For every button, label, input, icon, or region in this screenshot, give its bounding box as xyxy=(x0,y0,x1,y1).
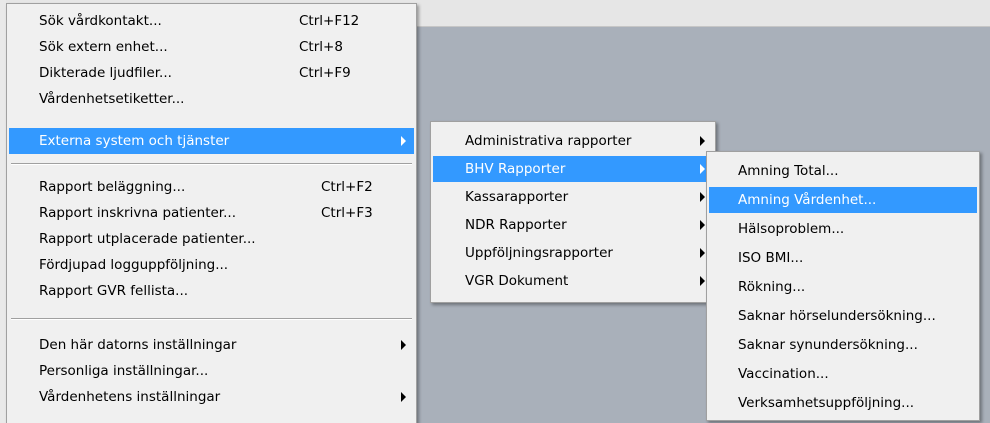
submenu-item-halsoproblem[interactable]: Hälsoproblem... xyxy=(709,216,977,242)
submenu-item-ndr-rapporter[interactable]: NDR Rapporter xyxy=(433,212,713,238)
chevron-right-icon xyxy=(700,136,705,146)
chevron-right-icon xyxy=(700,164,705,174)
shortcut: Ctrl+F9 xyxy=(299,65,351,81)
submenu-item-iso-bmi[interactable]: ISO BMI... xyxy=(709,245,977,271)
shortcut: Ctrl+F2 xyxy=(321,179,373,195)
menu-item-rapport-gvr[interactable]: Rapport GVR fellista... xyxy=(9,278,414,304)
main-dropdown-menu: Sök vårdkontakt... Ctrl+F12 Sök extern e… xyxy=(6,3,417,423)
shortcut: Ctrl+F3 xyxy=(321,205,373,221)
menu-separator xyxy=(11,318,412,320)
menu-item-rapport-utplacerade[interactable]: Rapport utplacerade patienter... xyxy=(9,226,414,252)
menu-item-rapport-belaggning[interactable]: Rapport beläggning... Ctrl+F2 xyxy=(9,174,414,200)
menu-item-vardenhetsetiketter[interactable]: Vårdenhetsetiketter... xyxy=(9,86,414,112)
submenu-item-bhv-rapporter[interactable]: BHV Rapporter xyxy=(433,156,713,182)
chevron-right-icon xyxy=(700,220,705,230)
submenu-item-vgr-dokument[interactable]: VGR Dokument xyxy=(433,268,713,294)
menu-item-dikterade-ljudfiler[interactable]: Dikterade ljudfiler... Ctrl+F9 xyxy=(9,60,414,86)
submenu-item-rokning[interactable]: Rökning... xyxy=(709,274,977,300)
submenu-item-amning-total[interactable]: Amning Total... xyxy=(709,158,977,184)
submenu-bhv-rapporter: Amning Total... Amning Vårdenhet... Häls… xyxy=(706,151,980,421)
menu-separator xyxy=(11,163,412,165)
chevron-right-icon xyxy=(401,136,406,146)
menu-item-personliga-installningar[interactable]: Personliga inställningar... xyxy=(9,358,414,384)
submenu-item-saknar-synundersokning[interactable]: Saknar synundersökning... xyxy=(709,332,977,358)
submenu-item-saknar-horselundersokning[interactable]: Saknar hörselundersökning... xyxy=(709,303,977,329)
chevron-right-icon xyxy=(700,248,705,258)
menu-item-sok-extern-enhet[interactable]: Sök extern enhet... Ctrl+8 xyxy=(9,34,414,60)
menu-item-externa-system[interactable]: Externa system och tjänster xyxy=(9,128,414,154)
menu-item-vardenhetens-installningar[interactable]: Vårdenhetens inställningar xyxy=(9,384,414,410)
submenu-item-verksamhetsuppfoljning[interactable]: Verksamhetsuppföljning... xyxy=(709,390,977,416)
menu-item-rapport-inskrivna[interactable]: Rapport inskrivna patienter... Ctrl+F3 xyxy=(9,200,414,226)
submenu-item-uppfoljningsrapporter[interactable]: Uppföljningsrapporter xyxy=(433,240,713,266)
submenu-item-vaccination[interactable]: Vaccination... xyxy=(709,361,977,387)
submenu-item-administrativa-rapporter[interactable]: Administrativa rapporter xyxy=(433,128,713,154)
submenu-item-kassarapporter[interactable]: Kassarapporter xyxy=(433,184,713,210)
submenu-item-amning-vardenhet[interactable]: Amning Vårdenhet... xyxy=(709,187,977,213)
shortcut: Ctrl+F12 xyxy=(299,13,360,29)
menu-item-datorns-installningar[interactable]: Den här datorns inställningar xyxy=(9,332,414,358)
shortcut: Ctrl+8 xyxy=(299,39,343,55)
chevron-right-icon xyxy=(401,392,406,402)
menu-item-sok-vardkontakt[interactable]: Sök vårdkontakt... Ctrl+F12 xyxy=(9,8,414,34)
submenu-externa-system: Administrativa rapporter BHV Rapporter K… xyxy=(430,121,716,303)
menu-item-fordjupad-logguppfoljning[interactable]: Fördjupad logguppföljning... xyxy=(9,252,414,278)
chevron-right-icon xyxy=(401,340,406,350)
chevron-right-icon xyxy=(700,276,705,286)
chevron-right-icon xyxy=(700,192,705,202)
